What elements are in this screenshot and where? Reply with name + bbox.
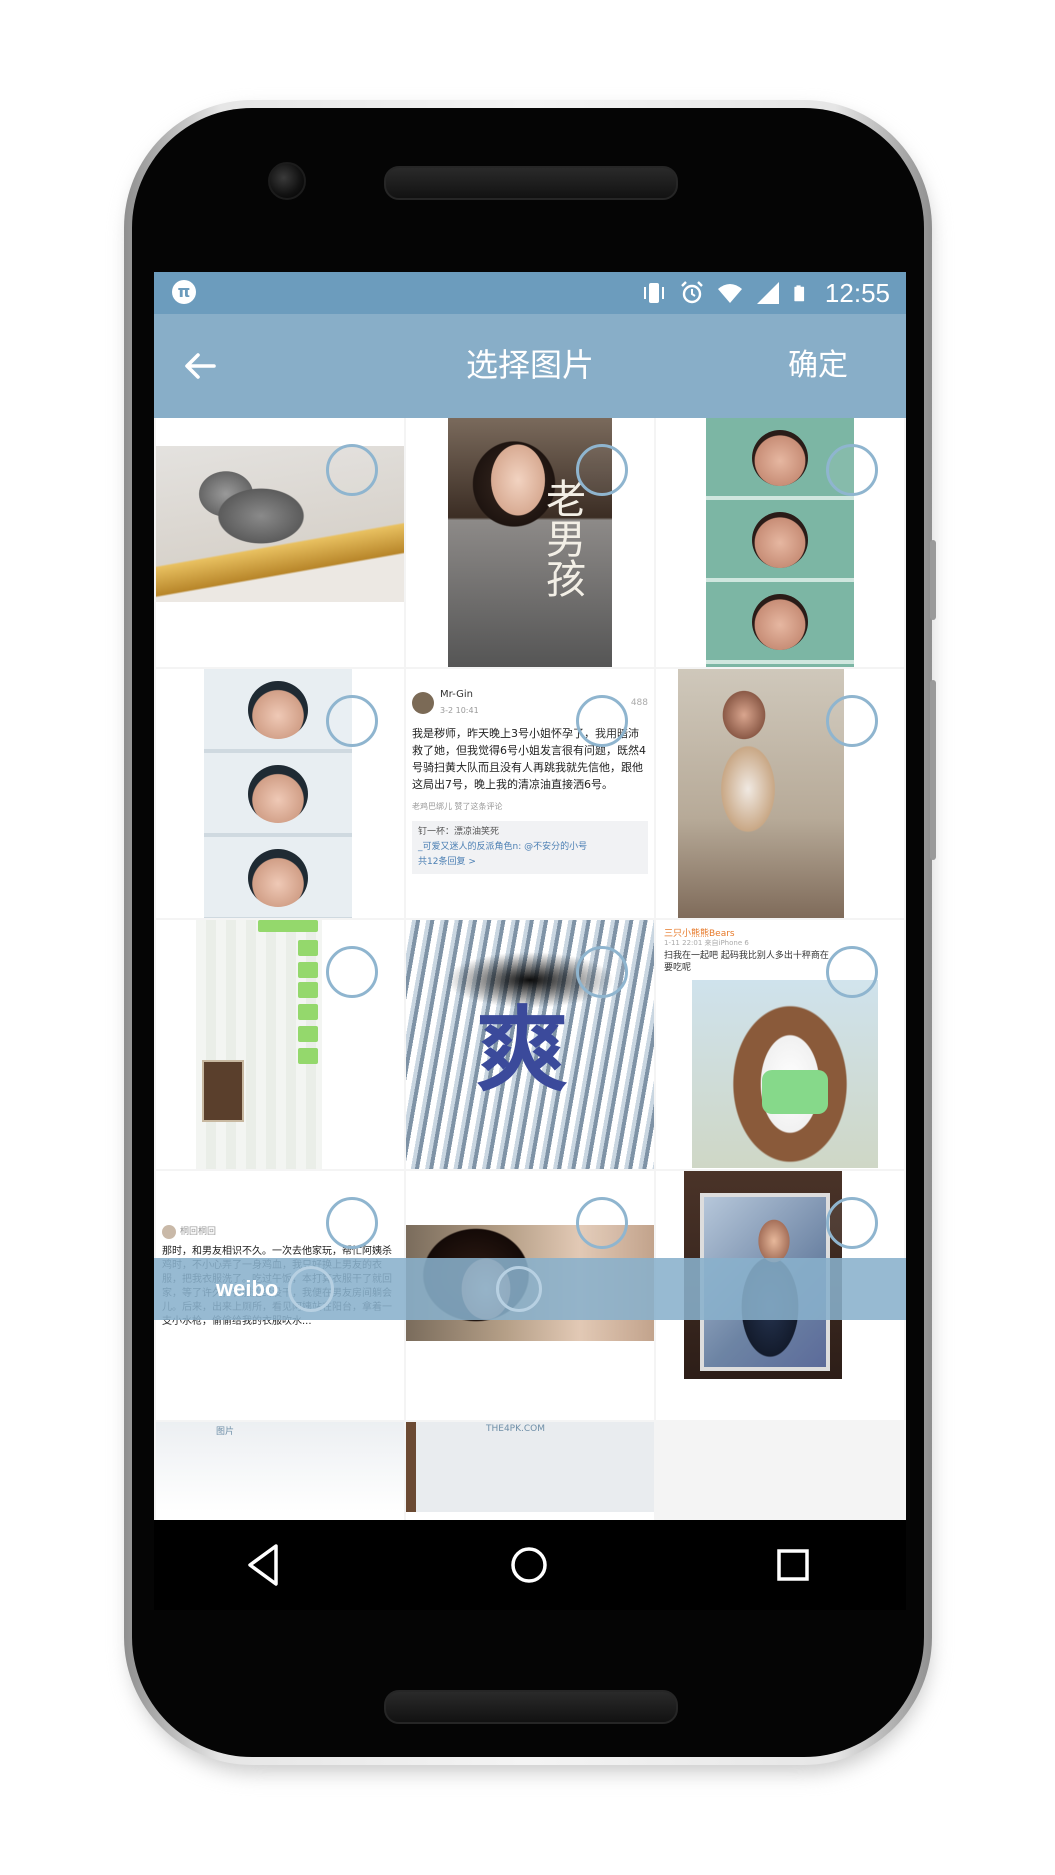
photo-cell[interactable]: THE4PK.COM: [406, 1422, 654, 1520]
battery-icon: [794, 285, 804, 302]
confirm-button[interactable]: 确定: [788, 340, 848, 384]
photo-cell[interactable]: [156, 669, 404, 918]
face-image: [752, 594, 808, 650]
status-bar: π 12:55: [154, 272, 906, 314]
select-circle[interactable]: [326, 444, 378, 496]
photo-cell[interactable]: 三只小熊熊Bears 1-11 22:01 来自iPhone 6 扫我在一起吧 …: [656, 920, 904, 1169]
wifi-icon: [717, 284, 742, 303]
thumbnail-text: THE4PK.COM: [486, 1424, 546, 1434]
post-quote: 钉一杯：漂凉油笑死 _可爱又迷人的反派角色n: @不安分的小号 共12条回复 >: [412, 821, 648, 874]
navigation-bar: [154, 1520, 906, 1610]
quote-line: _可爱又迷人的反派角色n: @不安分的小号: [418, 842, 588, 852]
top-speaker: [384, 166, 678, 200]
select-circle[interactable]: [496, 1266, 542, 1312]
select-circle[interactable]: [826, 946, 878, 998]
volume-button: [930, 680, 936, 860]
chat-bubble: [298, 982, 318, 998]
cartoon-shirt: [762, 1070, 828, 1114]
app-bar: 选择图片 确定: [154, 314, 906, 418]
select-circle[interactable]: [288, 1266, 334, 1312]
chat-bubble: [258, 920, 318, 932]
screen: π 12:55 选择图片 确定 老男孩 Mr-Gin 3-2 10:41 488…: [154, 272, 906, 1520]
select-circle[interactable]: [826, 444, 878, 496]
face-image: [752, 430, 808, 486]
post-time: 1-11 22:01 来自iPhone 6: [664, 939, 749, 947]
photo-cell[interactable]: Mr-Gin 3-2 10:41 488 我是秽师，昨天晚上3号小姐怀孕了，我用…: [406, 669, 654, 918]
recents-square-icon[interactable]: [766, 1538, 820, 1592]
photo-cell[interactable]: 老男孩: [406, 418, 654, 667]
avatar: [162, 1225, 176, 1239]
post-like-count: 488: [630, 698, 648, 708]
select-circle[interactable]: [576, 695, 628, 747]
select-circle[interactable]: [826, 1197, 878, 1249]
chat-bubble: [298, 1026, 318, 1042]
chat-bubble: [298, 1048, 318, 1064]
post-body: 扫我在一起吧 起码我比别人多出十秤商在要吃呢: [664, 951, 829, 973]
thumbnail-text: 图片: [216, 1427, 235, 1437]
select-circle[interactable]: [326, 1197, 378, 1249]
select-circle[interactable]: [576, 444, 628, 496]
empty-cell: [656, 1422, 904, 1520]
photo-cell[interactable]: 图片: [156, 1422, 404, 1520]
alarm-icon: [681, 281, 703, 304]
post-author: 桐回桐回: [180, 1227, 217, 1237]
bottom-speaker: [384, 1690, 678, 1724]
status-time: 12:55: [824, 277, 890, 308]
book-image: [202, 1060, 244, 1122]
chat-bubble: [298, 940, 318, 956]
signal-icon: [756, 282, 779, 304]
quote-more: 共12条回复 >: [418, 857, 476, 867]
chat-bubble: [298, 962, 318, 978]
select-circle[interactable]: [326, 695, 378, 747]
quote-line: 钉一杯：漂凉油笑死: [418, 827, 500, 837]
photo-cell[interactable]: [656, 418, 904, 667]
app-notification-icon: π: [172, 280, 196, 304]
waterfall-text: 爽: [476, 996, 569, 1104]
chat-bubble: [298, 1004, 318, 1020]
photo-cell[interactable]: 爽: [406, 920, 654, 1169]
photo-thumbnail: 图片: [156, 1422, 404, 1512]
back-triangle-icon[interactable]: [238, 1538, 292, 1592]
photo-cell[interactable]: [156, 920, 404, 1169]
post-author: Mr-Gin: [440, 689, 473, 700]
select-circle[interactable]: [576, 1197, 628, 1249]
poster-text: 老男孩: [539, 478, 585, 598]
photo-thumbnail: [678, 669, 844, 918]
power-button: [930, 540, 936, 620]
select-circle[interactable]: [576, 946, 628, 998]
face-image: [752, 512, 808, 568]
photo-cell[interactable]: [656, 669, 904, 918]
select-circle[interactable]: [826, 695, 878, 747]
home-circle-icon[interactable]: [502, 1538, 556, 1592]
photo-thumbnail: THE4PK.COM: [406, 1422, 654, 1512]
arrow-left-icon[interactable]: [178, 344, 222, 388]
select-circle[interactable]: [326, 946, 378, 998]
face-image: [248, 849, 308, 907]
photo-thumbnail: [196, 920, 322, 1169]
photo-cell[interactable]: [156, 418, 404, 667]
post-time: 3-2 10:41: [440, 706, 479, 715]
bottom-bar: weibo: [154, 1258, 906, 1320]
photo-grid: 老男孩 Mr-Gin 3-2 10:41 488 我是秽师，昨天晚上3号小姐怀孕…: [154, 418, 906, 1520]
avatar: [412, 692, 434, 714]
status-icons: 12:55: [641, 278, 890, 308]
face-image: [248, 681, 308, 739]
post-like-line: 老鸡巴绑儿 赞了这条评论: [412, 802, 503, 811]
front-camera: [268, 162, 306, 200]
face-image: [248, 765, 308, 823]
vibrate-icon: [643, 283, 664, 303]
watermark-label: weibo: [216, 1276, 279, 1301]
